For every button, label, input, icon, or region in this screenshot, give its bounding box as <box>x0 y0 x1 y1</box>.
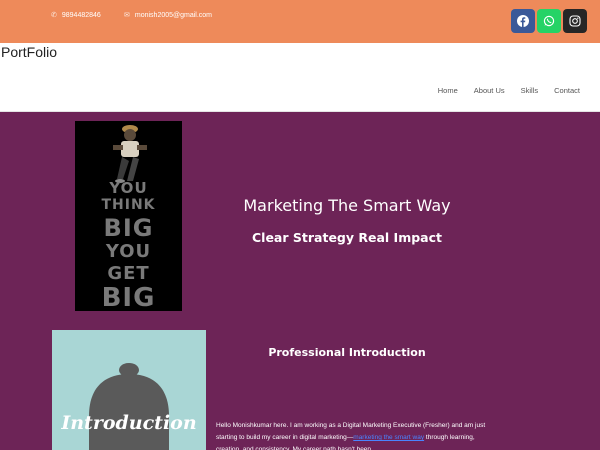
image-word-4: YOU <box>105 241 152 262</box>
introduction-word: Introduction <box>61 412 197 434</box>
hero-subtitle: Clear Strategy Real Impact <box>252 230 442 245</box>
image-word-2: THINK <box>101 197 156 213</box>
hero-title: Marketing The Smart Way <box>243 196 451 215</box>
email-address: monish2005@gmail.com <box>134 11 213 19</box>
introduction-image: Introduction <box>52 330 206 450</box>
image-word-3: BIG <box>103 214 154 242</box>
phone-contact[interactable]: ✆ 9894482846 <box>51 11 101 20</box>
intro-link[interactable]: marketing the smart way <box>353 434 424 441</box>
site-logo[interactable]: PortFolio <box>1 44 57 60</box>
main-nav: Home About Us Skills Contact <box>438 86 580 95</box>
mail-icon: ✉ <box>124 12 130 19</box>
nav-contact[interactable]: Contact <box>554 86 580 95</box>
image-word-1: YOU <box>109 179 148 197</box>
whatsapp-button[interactable] <box>537 9 561 33</box>
instagram-icon <box>569 15 581 27</box>
nav-about[interactable]: About Us <box>474 86 505 95</box>
intro-title: Professional Introduction <box>268 346 426 359</box>
nav-skills[interactable]: Skills <box>521 86 539 95</box>
facebook-button[interactable] <box>511 9 535 33</box>
intro-paragraph: Hello Monishkumar here. I am working as … <box>216 420 496 450</box>
motivation-image: YOU THINK BIG YOU GET BIG <box>75 121 182 311</box>
phone-icon: ✆ <box>51 12 57 19</box>
image-word-5: GET <box>107 263 150 284</box>
nav-home[interactable]: Home <box>438 86 458 95</box>
site-header: PortFolio Home About Us Skills Contact <box>0 43 600 112</box>
facebook-icon <box>517 15 529 27</box>
instagram-button[interactable] <box>563 9 587 33</box>
email-contact[interactable]: ✉ monish2005@gmail.com <box>124 11 213 20</box>
image-word-6: BIG <box>101 283 156 311</box>
whatsapp-icon <box>543 15 555 27</box>
phone-number: 9894482846 <box>61 11 101 19</box>
top-bar: ✆ 9894482846 ✉ monish2005@gmail.com <box>0 0 600 43</box>
